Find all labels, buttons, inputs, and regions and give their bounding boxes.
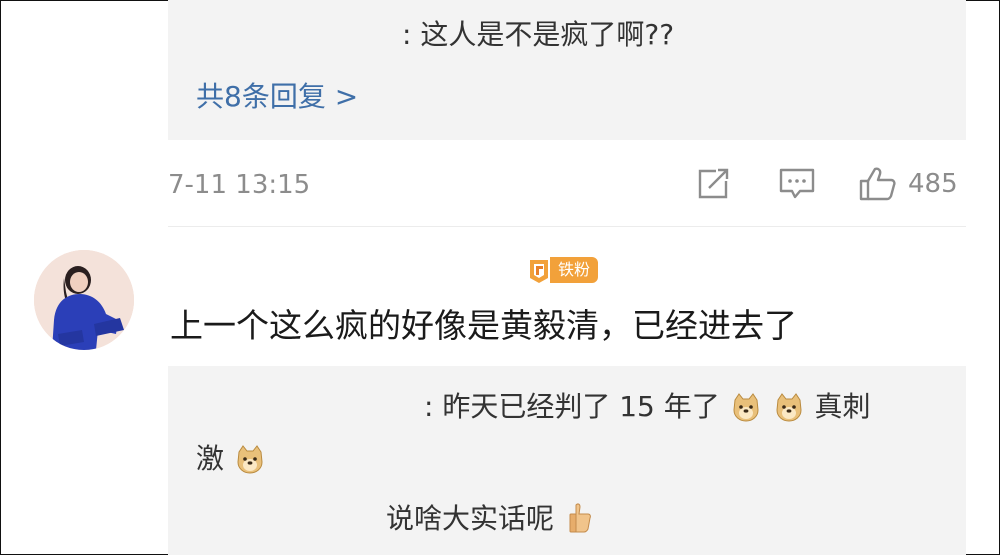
doge-emoji — [731, 392, 761, 422]
like-icon — [858, 166, 898, 202]
reply-box: : 昨天已经判了 15 年了 真刺 激 说啥大实话呢 — [168, 366, 966, 555]
fan-badge-icon — [528, 256, 552, 284]
timestamp: 7-11 13:15 — [168, 170, 311, 200]
comment-button[interactable] — [778, 166, 816, 202]
thumbs-up-emoji — [567, 502, 593, 534]
comment-footer: 7-11 13:15 485 — [168, 162, 966, 206]
avatar[interactable] — [34, 250, 134, 350]
like-button[interactable]: 485 — [858, 166, 958, 202]
fan-badge: 铁粉 — [528, 256, 599, 284]
reply-line: : 昨天已经判了 15 年了 真刺 — [424, 390, 871, 424]
reply-text: : 这人是不是疯了啊?? — [402, 18, 675, 51]
comment-text: 上一个这么疯的好像是黄毅清，已经进去了 — [170, 306, 797, 345]
reply-text: 说啥大实话呢 — [386, 502, 555, 535]
fan-badge-label: 铁粉 — [550, 257, 599, 283]
doge-emoji — [235, 444, 265, 474]
reply-line-cont: 激 — [196, 442, 267, 476]
like-count: 485 — [908, 169, 958, 199]
reply-text-cont: 激 — [196, 442, 225, 475]
divider — [168, 226, 966, 227]
reply-line: 说啥大实话呢 — [386, 502, 593, 536]
comment-icon — [778, 167, 816, 201]
reply-box: : 这人是不是疯了啊?? 共8条回复 > — [168, 0, 966, 140]
share-icon — [696, 167, 732, 201]
reply-text: : 昨天已经判了 15 年了 — [424, 390, 720, 423]
reply-text-suffix: 真刺 — [814, 390, 871, 423]
share-button[interactable] — [696, 166, 732, 202]
doge-emoji — [774, 392, 804, 422]
more-replies-link[interactable]: 共8条回复 > — [196, 80, 358, 114]
